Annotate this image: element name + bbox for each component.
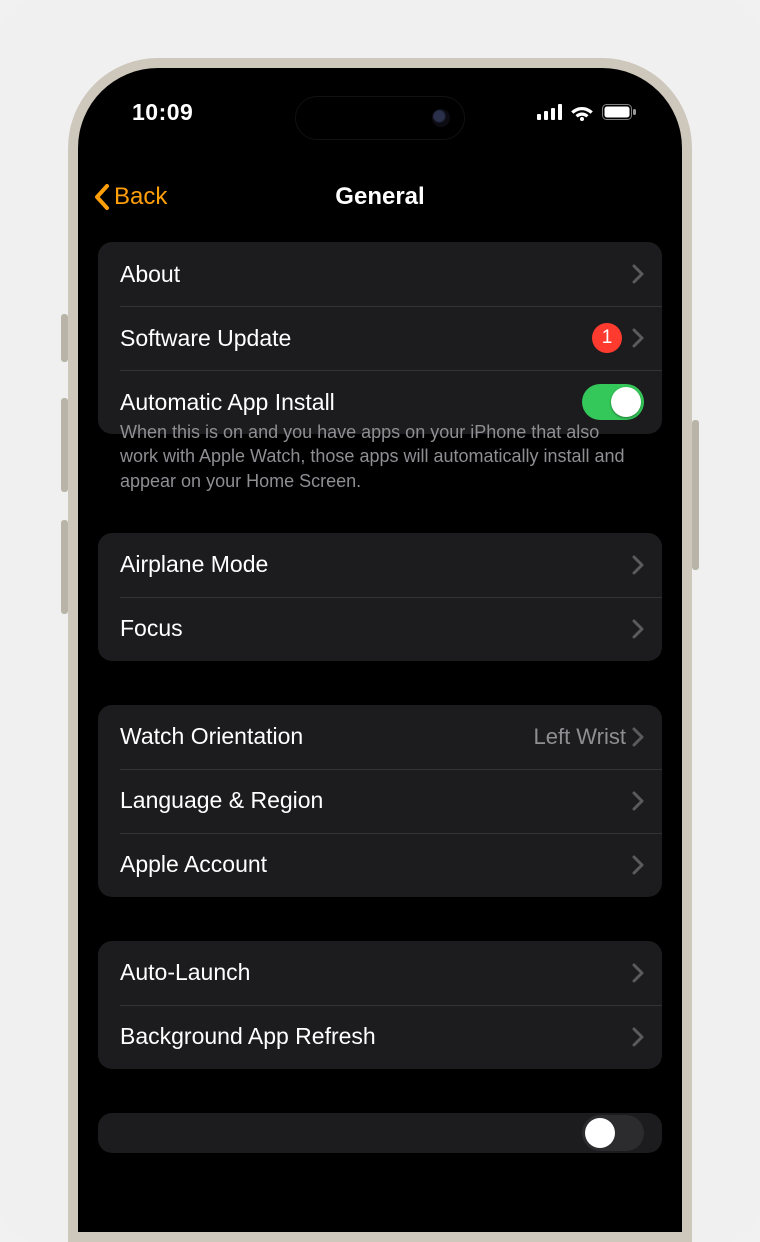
row-watch-orientation[interactable]: Watch Orientation Left Wrist [98,705,662,769]
row-software-update[interactable]: Software Update 1 [98,306,662,370]
row-label: Background App Refresh [120,1023,632,1050]
toggle-knob [611,387,641,417]
settings-group-modes: Airplane Mode Focus [98,533,662,661]
chevron-right-icon [632,1027,644,1047]
chevron-right-icon [632,555,644,575]
toggle-off[interactable] [582,1115,644,1151]
row-airplane-mode[interactable]: Airplane Mode [98,533,662,597]
chevron-right-icon [632,963,644,983]
row-label: Language & Region [120,787,632,814]
row-label: About [120,261,632,288]
chevron-right-icon [632,855,644,875]
row-label: Software Update [120,325,592,352]
chevron-right-icon [632,727,644,747]
back-button[interactable]: Back [94,174,167,220]
chevron-left-icon [94,184,110,210]
phone-side-button-power [692,420,699,570]
row-background-app-refresh[interactable]: Background App Refresh [98,1005,662,1069]
auto-install-toggle[interactable] [582,384,644,420]
phone-side-button-vol-up [61,398,68,492]
settings-group-apps: Auto-Launch Background App Refresh [98,941,662,1069]
row-label: Auto-Launch [120,959,632,986]
nav-bar: Back General [84,174,676,220]
phone-side-button-vol-down [61,520,68,614]
chevron-right-icon [632,619,644,639]
toggle-knob [585,1118,615,1148]
chevron-right-icon [632,264,644,284]
update-badge: 1 [592,323,622,353]
row-label: Apple Account [120,851,632,878]
cellular-icon [537,104,562,120]
chevron-right-icon [632,328,644,348]
row-label: Focus [120,615,632,642]
settings-group-device: Watch Orientation Left Wrist Language & … [98,705,662,897]
back-label: Back [114,183,167,211]
row-label: Airplane Mode [120,551,632,578]
status-bar: 10:09 [84,74,676,150]
wifi-icon [570,104,594,121]
battery-icon [602,104,636,120]
content-scroll[interactable]: About Software Update 1 Automatic App In… [84,242,676,1226]
screen: 10:09 [84,74,676,1226]
settings-group-peek [98,1113,662,1153]
chevron-right-icon [632,791,644,811]
status-time: 10:09 [132,99,193,126]
row-apple-account[interactable]: Apple Account [98,833,662,897]
row-value: Left Wrist [533,724,626,750]
row-about[interactable]: About [98,242,662,306]
phone-side-button-silence [61,314,68,362]
phone-frame: 10:09 [68,58,692,1242]
row-automatic-app-install[interactable]: Automatic App Install [98,370,662,434]
row-language-region[interactable]: Language & Region [98,769,662,833]
settings-group-general: About Software Update 1 Automatic App In… [98,242,662,434]
page-title: General [335,183,424,211]
row-label: Automatic App Install [120,389,582,416]
row-label: Watch Orientation [120,723,533,750]
row-auto-launch[interactable]: Auto-Launch [98,941,662,1005]
row-focus[interactable]: Focus [98,597,662,661]
